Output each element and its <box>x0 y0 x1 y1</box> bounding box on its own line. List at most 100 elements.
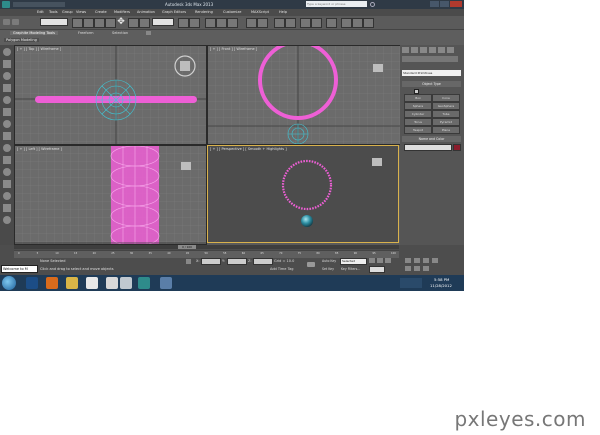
maximize-button[interactable] <box>440 1 449 7</box>
clock-date[interactable]: 11/28/2012 <box>430 283 452 288</box>
viewcube-perspective[interactable] <box>372 158 382 166</box>
teapot-button[interactable]: Teapot <box>404 126 432 134</box>
menu-item-group[interactable]: Group <box>62 10 73 14</box>
select-rotate-icon[interactable] <box>128 18 139 28</box>
torus-wireframe-left[interactable] <box>110 146 160 244</box>
menu-item-views[interactable]: Views <box>76 10 86 14</box>
rectangular-selection-icon[interactable] <box>94 18 105 28</box>
angle-snap-icon[interactable] <box>216 18 227 28</box>
folder-taskbar-icon[interactable] <box>66 277 78 289</box>
selection-filter-dropdown[interactable] <box>40 18 68 26</box>
maximize-viewport-icon[interactable] <box>423 266 429 271</box>
box-button[interactable]: Box <box>404 94 432 102</box>
utilities-icon[interactable] <box>3 108 11 116</box>
motion-icon[interactable] <box>3 84 11 92</box>
time-slider-track[interactable] <box>14 245 399 249</box>
tab-selection[interactable]: Selection <box>112 31 128 35</box>
object-type-rollout-title[interactable]: Object Type <box>402 81 461 87</box>
menu-item-customize[interactable]: Customize <box>223 10 241 14</box>
zoom-icon[interactable] <box>405 258 411 263</box>
sphere-perspective[interactable] <box>301 215 313 227</box>
pyramid-button[interactable]: Pyramid <box>432 118 460 126</box>
goto-start-icon[interactable] <box>369 258 375 263</box>
mirror-icon[interactable] <box>246 18 257 28</box>
render-setup-icon[interactable] <box>341 18 352 28</box>
modify-icon[interactable] <box>3 60 11 68</box>
viewport-perspective[interactable]: [ + ] [ Perspective ] [ Smooth + Highlig… <box>207 145 399 243</box>
system-tray[interactable] <box>400 278 422 288</box>
viewport-left-label[interactable]: [ + ] [ Left ] [ Wireframe ] <box>17 147 62 151</box>
app-logo-icon[interactable] <box>2 1 10 8</box>
x-coord-field[interactable] <box>201 258 221 265</box>
cone-button[interactable]: Cone <box>432 94 460 102</box>
sphere-button[interactable]: Sphere <box>404 102 432 110</box>
panel-tab-create-icon[interactable] <box>402 47 409 53</box>
select-by-name-icon[interactable] <box>83 18 94 28</box>
minimize-button[interactable] <box>430 1 439 7</box>
object-color-swatch[interactable] <box>453 144 461 151</box>
viewport-top-label[interactable]: [ + ] [ Top ] [ Wireframe ] <box>17 47 61 51</box>
add-time-tag-button[interactable]: Add Time Tag <box>270 267 294 271</box>
snaps-toggle-icon[interactable] <box>205 18 216 28</box>
select-manipulate-icon[interactable] <box>189 18 200 28</box>
sphere-wireframe-front[interactable] <box>287 123 309 144</box>
time-slider-handle[interactable]: 0 / 100 <box>178 245 196 249</box>
key-mode-icon[interactable] <box>307 262 315 267</box>
key-filters-button[interactable]: Key Filters... <box>341 267 360 271</box>
document-taskbar-icon[interactable] <box>86 277 98 289</box>
display-icon[interactable] <box>3 96 11 104</box>
viewport-front[interactable]: [ + ] [ Front ] [ Wireframe ] <box>207 45 401 145</box>
select-object-icon[interactable] <box>72 18 83 28</box>
viewport-top[interactable]: [ + ] [ Top ] [ Wireframe ] <box>14 45 207 145</box>
panel-tab-display-icon[interactable] <box>438 47 445 53</box>
select-move-icon[interactable]: ✥ <box>116 18 126 27</box>
pivot-center-icon[interactable] <box>178 18 189 28</box>
media-taskbar-icon[interactable] <box>106 277 118 289</box>
menu-item-help[interactable]: Help <box>279 10 287 14</box>
paint-taskbar-icon[interactable] <box>160 277 172 289</box>
image-taskbar-icon[interactable] <box>120 277 132 289</box>
panel-tab-motion-icon[interactable] <box>429 47 436 53</box>
undo-icon[interactable] <box>3 19 10 25</box>
auto-key-button[interactable]: Auto Key <box>322 259 336 263</box>
tab-graphite-modeling-tools[interactable]: Graphite Modeling Tools <box>10 31 59 35</box>
panel-tab-hierarchy-icon[interactable] <box>420 47 427 53</box>
window-crossing-icon[interactable] <box>105 18 116 28</box>
viewcube-front[interactable] <box>373 64 383 72</box>
redo-icon[interactable] <box>12 19 19 25</box>
graphite-toggle-icon[interactable] <box>285 18 296 28</box>
menu-item-maxscript[interactable]: MAXScript <box>251 10 269 14</box>
helper-icon[interactable] <box>3 168 11 176</box>
panel-tab-utilities-icon[interactable] <box>447 47 454 53</box>
menu-item-graph-editors[interactable]: Graph Editors <box>162 10 186 14</box>
search-icon[interactable] <box>370 2 375 7</box>
z-coord-field[interactable] <box>253 258 273 265</box>
search-input[interactable]: Type a keyword or phrase <box>306 1 367 7</box>
selected-set-dropdown[interactable]: Selected <box>340 258 367 265</box>
align-icon[interactable] <box>257 18 268 28</box>
polygon-modeling-panel[interactable]: Polygon Modeling <box>4 38 39 42</box>
start-button-icon[interactable] <box>2 276 16 290</box>
filter-icon[interactable] <box>3 216 11 224</box>
torus-perspective[interactable] <box>281 159 333 211</box>
maxscript-listener[interactable]: Welcome to M <box>1 265 38 273</box>
zoom-extents-icon[interactable] <box>423 258 429 263</box>
sort-icon[interactable] <box>3 204 11 212</box>
menu-item-create[interactable]: Create <box>95 10 107 14</box>
sphere-wireframe-top[interactable] <box>95 79 137 121</box>
menu-item-animation[interactable]: Animation <box>137 10 155 14</box>
viewport-left[interactable]: [ + ] [ Left ] [ Wireframe ] <box>14 145 207 245</box>
tube-button[interactable]: Tube <box>432 110 460 118</box>
render-production-icon[interactable] <box>363 18 374 28</box>
rendered-frame-icon[interactable] <box>352 18 363 28</box>
firefox-taskbar-icon[interactable] <box>46 277 58 289</box>
viewport-front-label[interactable]: [ + ] [ Front ] [ Wireframe ] <box>210 47 257 51</box>
torus-button[interactable]: Torus <box>404 118 432 126</box>
panel-tab-modify-icon[interactable] <box>411 47 418 53</box>
lock-selection-icon[interactable] <box>186 259 191 264</box>
geosphere-button[interactable]: GeoSphere <box>432 102 460 110</box>
reference-coordinate-dropdown[interactable] <box>152 18 174 26</box>
menu-item-edit[interactable]: Edit <box>37 10 44 14</box>
zoom-all-icon[interactable] <box>414 258 420 263</box>
object-name-field[interactable] <box>404 144 452 151</box>
